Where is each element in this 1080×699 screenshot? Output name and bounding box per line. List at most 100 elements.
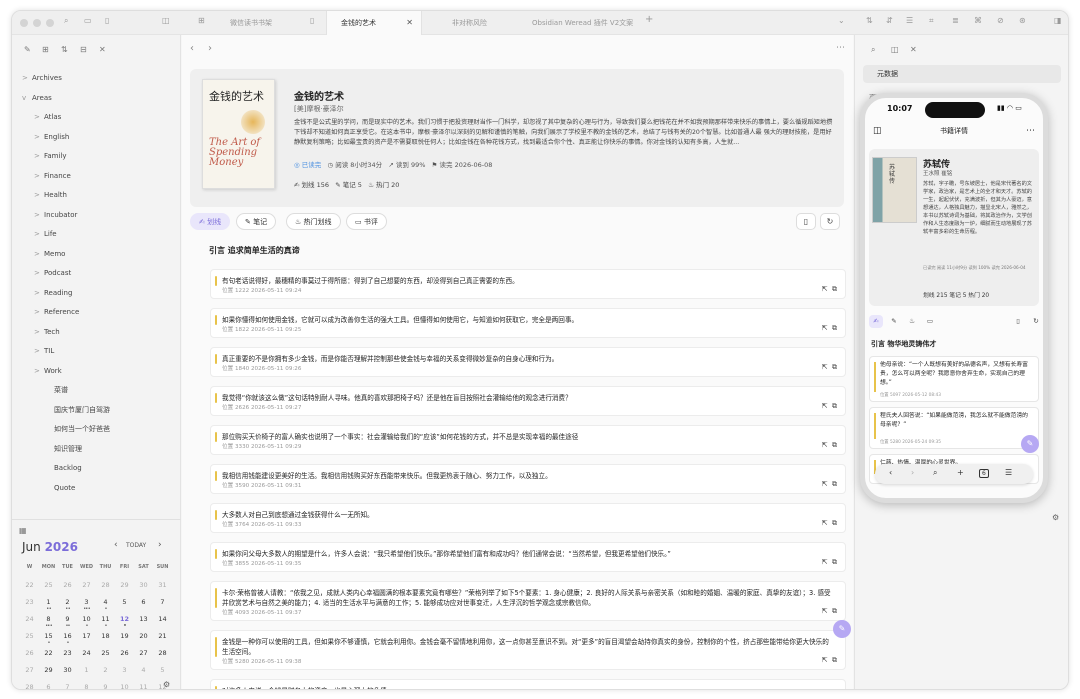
tree-item[interactable]: > TIL bbox=[34, 344, 54, 358]
copy-icon[interactable]: ⧉ bbox=[832, 607, 837, 615]
hot-filter-icon[interactable]: ♨ bbox=[905, 315, 919, 328]
tabs-count-icon[interactable]: 6 bbox=[979, 469, 989, 478]
list-icon[interactable]: ☰ bbox=[906, 16, 913, 25]
highlight-card[interactable]: 大多数人对自己到底想通过金钱获得什么一无所知。 位置 3764 2026-05-1… bbox=[210, 503, 846, 533]
right-sidebar-toggle-icon[interactable]: ◨ bbox=[1054, 16, 1062, 25]
search-icon[interactable]: ⌕ bbox=[933, 468, 937, 478]
calendar-day[interactable]: 27 bbox=[77, 581, 96, 598]
open-external-icon[interactable]: ⇱ bbox=[822, 363, 828, 371]
tab-weread-plugin[interactable]: Obsidian Weread 插件 V2文案 bbox=[532, 11, 642, 35]
chevron-down-icon[interactable]: ⌄ bbox=[838, 16, 845, 25]
calendar-day[interactable]: 11 bbox=[134, 683, 153, 689]
today-button[interactable]: TODAY bbox=[126, 542, 146, 549]
calendar-day[interactable]: 12 • bbox=[115, 615, 134, 632]
folder-icon[interactable]: ▭ bbox=[84, 16, 92, 25]
sort-icon[interactable]: ⇅ bbox=[866, 16, 873, 25]
calendar-day[interactable]: 28 bbox=[153, 649, 172, 666]
close-icon[interactable]: ✕ bbox=[910, 45, 917, 54]
menu-icon[interactable]: ☰ bbox=[1005, 468, 1012, 477]
filter-hot-highlights[interactable]: ♨ 热门划线 bbox=[286, 213, 341, 230]
copy-icon[interactable]: ⧉ bbox=[832, 480, 837, 488]
tree-item[interactable]: > Memo bbox=[34, 247, 65, 261]
calendar-day[interactable]: 8 bbox=[77, 683, 96, 689]
tag-icon[interactable]: ⌗ bbox=[929, 16, 934, 26]
highlight-card[interactable]: 真正重要的不是你拥有多少金钱，而是你能否理解并控制那些使金钱与幸福的关系变得微妙… bbox=[210, 347, 846, 377]
calendar-day[interactable]: 15 • bbox=[39, 632, 58, 649]
open-external-icon[interactable]: ⇱ bbox=[822, 480, 828, 488]
metadata-header[interactable]: 元数据 bbox=[863, 65, 1061, 83]
open-external-icon[interactable]: ⇱ bbox=[822, 441, 828, 449]
window-close-dot[interactable] bbox=[20, 19, 28, 27]
copy-icon[interactable]: ⧉ bbox=[832, 441, 837, 449]
copy-icon[interactable]: ⧉ bbox=[832, 402, 837, 410]
calendar-day[interactable]: 30 bbox=[134, 581, 153, 598]
calendar-day[interactable]: 4 bbox=[134, 666, 153, 683]
panel-icon[interactable]: ◫ bbox=[891, 45, 899, 54]
calendar-day[interactable]: 14 bbox=[153, 615, 172, 632]
calendar-day[interactable]: 2 bbox=[96, 666, 115, 683]
calendar-day[interactable]: 21 bbox=[153, 632, 172, 649]
calendar-day[interactable]: 17 bbox=[77, 632, 96, 649]
calendar-day[interactable]: 25 bbox=[96, 649, 115, 666]
open-external-icon[interactable]: ⇱ bbox=[822, 519, 828, 527]
calendar-day[interactable]: 18 bbox=[96, 632, 115, 649]
copy-icon[interactable]: ⧉ bbox=[832, 656, 837, 664]
tree-item[interactable]: > Incubator bbox=[34, 208, 77, 222]
calendar-day[interactable]: 9 •• bbox=[58, 615, 77, 632]
copy-icon[interactable]: ⧉ bbox=[832, 558, 837, 566]
open-external-icon[interactable]: ⇱ bbox=[822, 656, 828, 664]
calendar-day[interactable]: 10 bbox=[115, 683, 134, 689]
calendar-day[interactable]: 11 • bbox=[96, 615, 115, 632]
window-minimize-dot[interactable] bbox=[33, 19, 41, 27]
sort-icon[interactable]: ⇅ bbox=[61, 45, 68, 54]
open-external-icon[interactable]: ⇱ bbox=[822, 285, 828, 293]
calendar-day[interactable]: 5 bbox=[115, 598, 134, 615]
phone-highlight-card[interactable]: 程氏夫人回答说：“如果能做范滂，我怎么就不能做范滂的母亲呢？” 位置 5280 2… bbox=[869, 407, 1039, 449]
tree-item[interactable]: 知识管理 bbox=[44, 442, 82, 456]
back-icon[interactable]: ‹ bbox=[889, 468, 892, 477]
tree-item[interactable]: > Work bbox=[34, 364, 62, 378]
calendar-day[interactable]: 27 bbox=[134, 649, 153, 666]
calendar-day[interactable]: 6 bbox=[39, 683, 58, 689]
more-options-icon[interactable]: ⋯ bbox=[1026, 126, 1035, 136]
calendar-day[interactable]: 3 bbox=[115, 666, 134, 683]
highlight-card[interactable]: 如果你懂得如何使用金钱，它就可以成为改善你生活的强大工具。但懂得如何使用它，与知… bbox=[210, 308, 846, 338]
collapse-icon[interactable]: ⊟ bbox=[80, 45, 87, 54]
tree-item[interactable]: > Tech bbox=[34, 325, 60, 339]
tree-item[interactable]: > Atlas bbox=[34, 110, 61, 124]
review-filter-icon[interactable]: ▭ bbox=[923, 315, 937, 328]
tab-weread-shelf[interactable]: 微信读书书架 bbox=[230, 11, 290, 35]
tree-item[interactable]: v Areas bbox=[22, 91, 52, 105]
forward-icon[interactable]: › bbox=[911, 468, 914, 477]
search-icon[interactable]: ⌕ bbox=[871, 45, 875, 55]
book-open-icon[interactable]: ▯ bbox=[796, 213, 816, 230]
calendar-day[interactable]: 4 • bbox=[96, 598, 115, 615]
calendar-day[interactable]: 28 bbox=[96, 581, 115, 598]
calendar-day[interactable]: 20 bbox=[134, 632, 153, 649]
tree-item[interactable]: 菜谱 bbox=[44, 383, 68, 397]
sort-alt-icon[interactable]: ⇵ bbox=[886, 16, 893, 25]
copy-icon[interactable]: ⧉ bbox=[832, 519, 837, 527]
new-tab-button[interactable]: + bbox=[645, 14, 653, 25]
tree-item[interactable]: > English bbox=[34, 130, 69, 144]
open-external-icon[interactable]: ⇱ bbox=[822, 607, 828, 615]
calendar-day[interactable]: 26 bbox=[115, 649, 134, 666]
tree-item[interactable]: > Finance bbox=[34, 169, 71, 183]
calendar-day[interactable]: 3 •• • bbox=[77, 598, 96, 615]
tree-item[interactable]: Backlog bbox=[44, 461, 82, 475]
new-folder-icon[interactable]: ⊞ bbox=[42, 45, 49, 54]
link-icon[interactable]: ⊘ bbox=[997, 16, 1004, 25]
highlight-card[interactable]: 我相信用钱能建设更美好的生活。我相信用钱购买好东西能带来快乐。但我更热衷于随心、… bbox=[210, 464, 846, 494]
calendar-day[interactable]: 10 • bbox=[77, 615, 96, 632]
back-button[interactable]: ‹ bbox=[190, 43, 194, 54]
tab-asymmetric-risk[interactable]: 非对称风险 bbox=[452, 11, 512, 35]
highlight-card[interactable]: 如果你问父母大多数人的期望是什么，许多人会说：“我只希望他们快乐。”那你希望他们… bbox=[210, 542, 846, 572]
copy-icon[interactable]: ⧉ bbox=[832, 324, 837, 332]
calendar-day[interactable]: 2 • • bbox=[58, 598, 77, 615]
tree-item[interactable]: > Life bbox=[34, 227, 57, 241]
calendar-day[interactable]: 1 • • bbox=[39, 598, 58, 615]
gear-icon[interactable]: ⚙ bbox=[163, 680, 170, 689]
refresh-icon[interactable]: ↻ bbox=[1029, 315, 1043, 328]
highlight-card[interactable]: 卡尔·荣格曾被人请教：“依我之见，成就人类内心幸福圆满的根本要素究竟有哪些？”荣… bbox=[210, 581, 846, 621]
calendar-day[interactable]: 7 bbox=[153, 598, 172, 615]
